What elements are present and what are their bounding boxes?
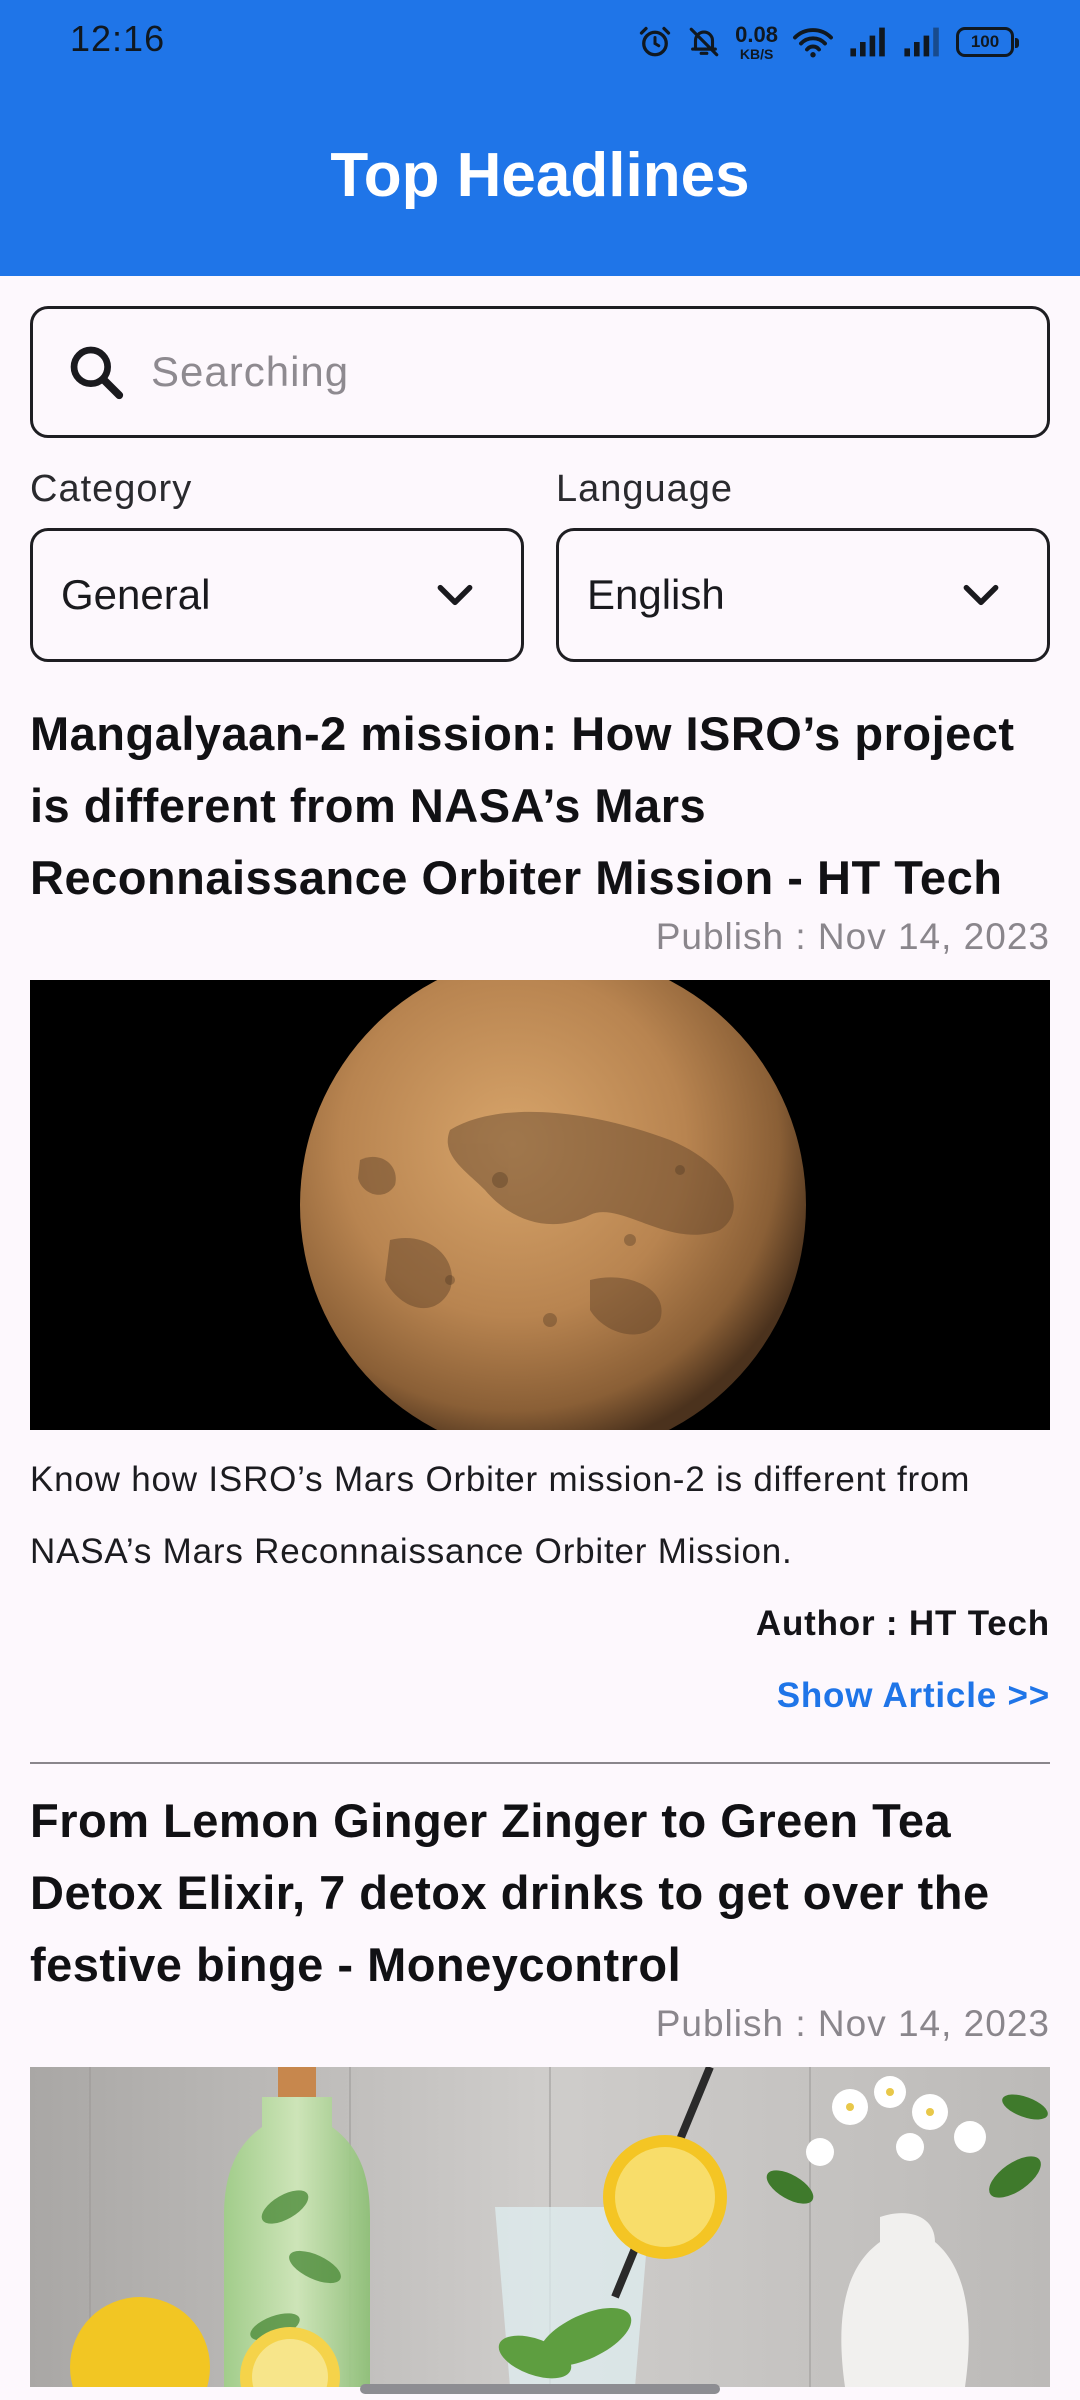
battery-icon: 100 [956,27,1019,57]
signal-icon [850,27,885,57]
detox-drinks-image [30,2067,1050,2387]
signal-icon [904,27,939,57]
article-publish-date: Publish : Nov 14, 2023 [655,2003,1050,2044]
language-dropdown[interactable]: English [556,528,1050,662]
screen: 12:16 0.08 KB/S 100 Top Headlines Search… [0,0,1080,2400]
article-title[interactable]: Mangalyaan-2 mission: How ISRO’s project… [30,698,1050,914]
network-speed-unit: KB/S [739,45,774,62]
article-divider [30,1762,1050,1764]
article-description: Know how ISRO’s Mars Orbiter mission-2 i… [30,1460,971,1571]
search-input[interactable] [151,332,1011,412]
article-image-mars [30,980,1050,1430]
article-publish-date: Publish : Nov 14, 2023 [655,916,1050,957]
search-icon [70,346,124,400]
status-bar: 12:16 0.08 KB/S 100 [0,0,1080,84]
chevron-down-icon [963,584,999,606]
wifi-icon [793,28,833,58]
network-speed-value: 0.08 [735,21,778,47]
mars-planet-image [30,980,1050,1430]
article-card[interactable]: Mangalyaan-2 mission: How ISRO’s project… [30,698,1050,1732]
search-box[interactable] [30,306,1050,438]
mute-icon [689,27,719,57]
category-dropdown[interactable]: General [30,528,524,662]
battery-level: 100 [970,32,1000,51]
category-label: Category [30,468,193,510]
article-card[interactable]: From Lemon Ginger Zinger to Green Tea De… [30,1785,1050,2387]
status-time: 12:16 [70,18,166,59]
status-icons: 0.08 KB/S 100 [637,18,1019,66]
home-indicator[interactable] [360,2384,720,2394]
app-bar: 12:16 0.08 KB/S 100 Top Headlines [0,0,1080,276]
page-title: Top Headlines [330,141,750,210]
article-title[interactable]: From Lemon Ginger Zinger to Green Tea De… [30,1785,1050,2001]
language-value: English [587,571,725,618]
network-speed: 0.08 KB/S [735,21,778,62]
article-image-detox-drinks [30,2067,1050,2387]
chevron-down-icon [437,584,473,606]
show-article-link[interactable]: Show Article >> [30,1660,1050,1732]
language-label: Language [556,468,734,510]
article-author: Author : HT Tech [755,1604,1050,1643]
category-value: General [61,571,211,618]
alarm-icon [640,26,671,57]
